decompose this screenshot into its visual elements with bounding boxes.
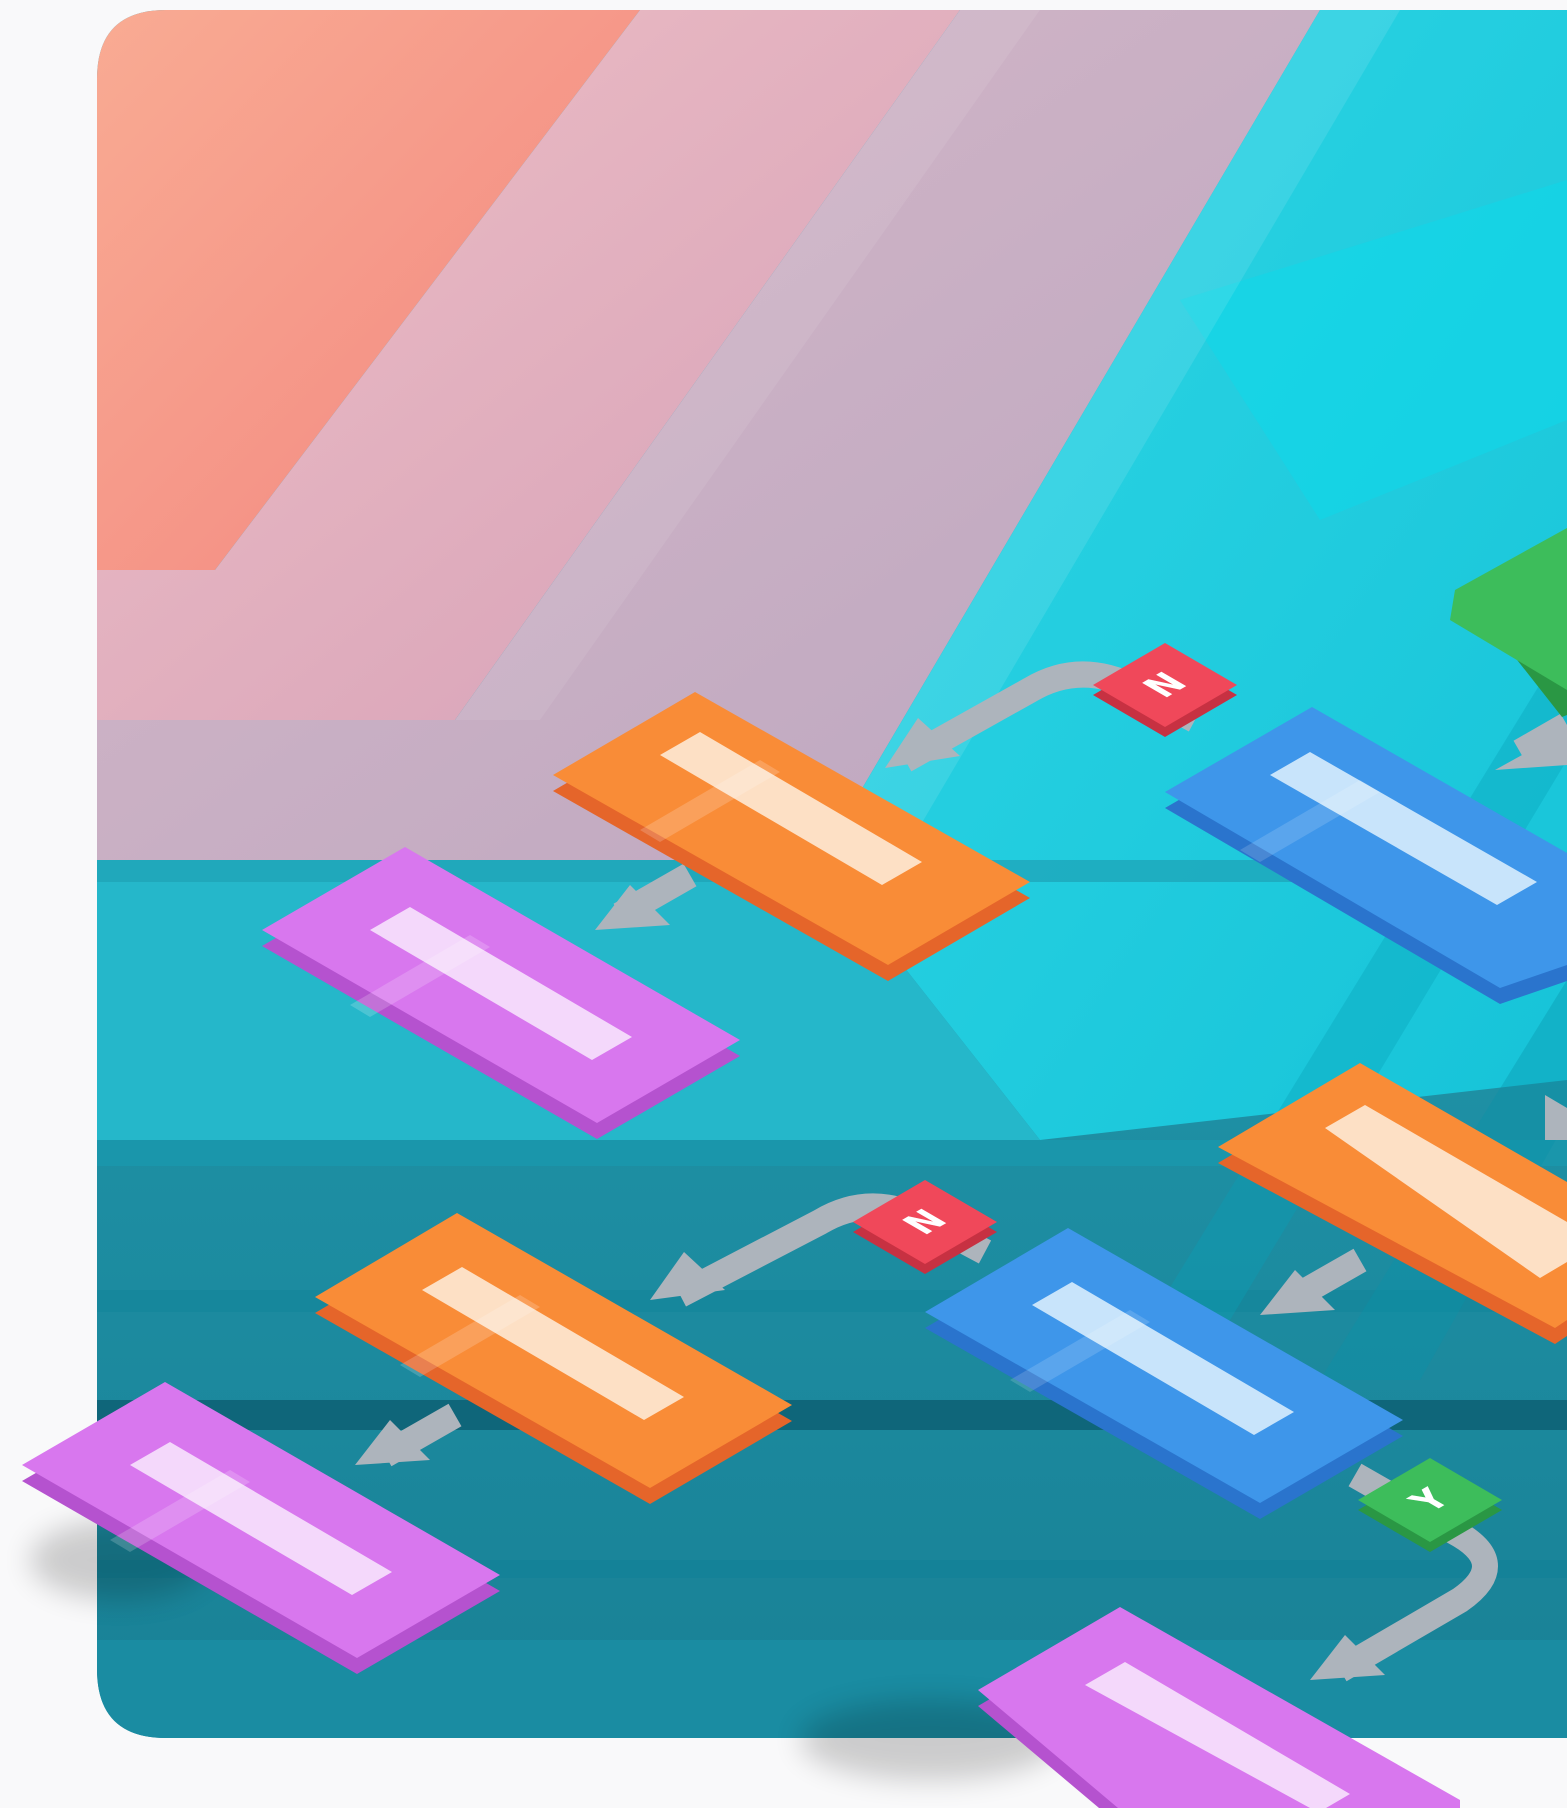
illustration-stage: N N Y [0,0,1567,1808]
flowchart-illustration: N N Y [22,10,1567,1808]
